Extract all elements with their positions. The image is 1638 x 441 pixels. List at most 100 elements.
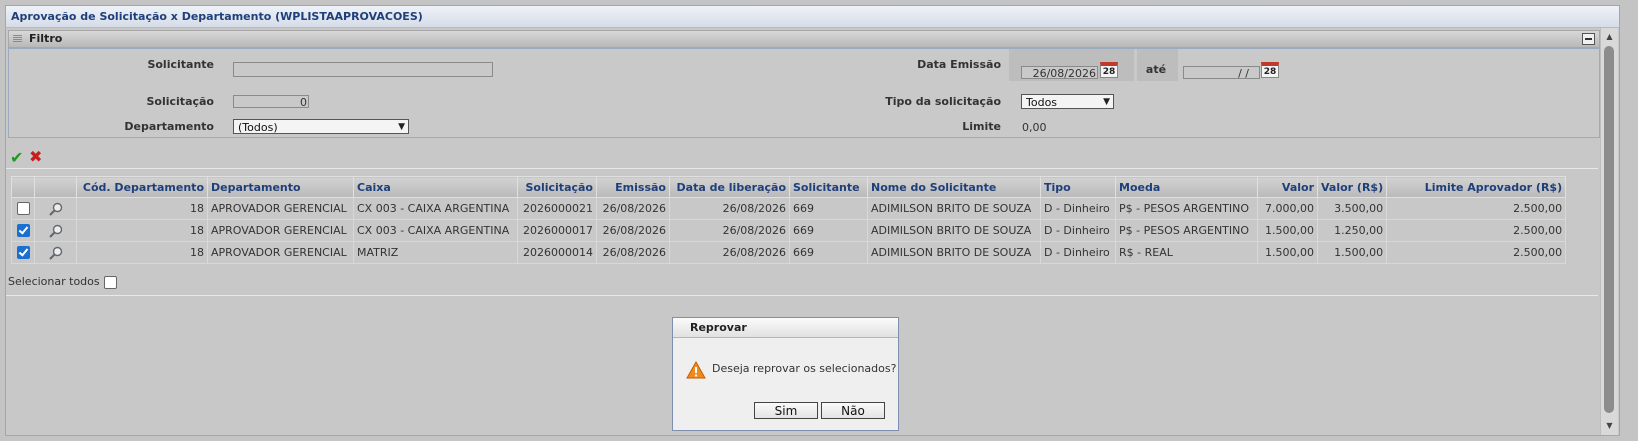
table-row[interactable]: 18 APROVADOR GERENCIAL MATRIZ 2026000014… [11,241,1567,264]
cell-limite: 2.500,00 [1386,241,1567,264]
select-all[interactable]: Selecionar todos [8,275,117,289]
cell-solicitante: 669 [789,197,868,220]
table-row[interactable]: 18 APROVADOR GERENCIAL CX 003 - CAIXA AR… [11,197,1567,220]
tipo-select-value: Todos [1026,96,1058,109]
departamento-select[interactable]: (Todos) ▼ [233,119,409,134]
no-button[interactable]: Não [821,402,885,419]
col-solicitacao[interactable]: Solicitação [517,176,597,198]
scroll-down-icon[interactable]: ▼ [1601,419,1618,433]
cell-liberacao: 26/08/2026 [669,219,790,242]
row-checkbox[interactable] [16,202,30,216]
cell-departamento: APROVADOR GERENCIAL [207,219,354,242]
col-select [11,176,35,198]
dialog-message: Deseja reprovar os selecionados? [712,362,897,375]
approvals-table: Cód. Departamento Departamento Caixa Sol… [11,176,1567,264]
filter-title: Filtro [29,32,63,45]
cell-departamento: APROVADOR GERENCIAL [207,197,354,220]
row-checkbox[interactable] [16,246,30,260]
collapse-icon[interactable] [1582,33,1595,45]
main-window: Aprovação de Solicitação x Departamento … [5,5,1620,436]
cell-valor-rs: 1.250,00 [1316,219,1388,242]
cell-tipo: D - Dinheiro [1040,241,1116,264]
table-row[interactable]: 18 APROVADOR GERENCIAL CX 003 - CAIXA AR… [11,219,1567,242]
grip-icon [13,35,22,43]
col-caixa[interactable]: Caixa [353,176,518,198]
calendar-icon[interactable]: 28 [1100,62,1118,78]
data-emissao-input[interactable]: 26/08/2026 [1021,66,1098,80]
departamento-select-value: (Todos) [238,121,278,134]
cell-nome: ADIMILSON BRITO DE SOUZA [867,197,1041,220]
table-header-row: Cód. Departamento Departamento Caixa Sol… [11,176,1567,198]
cell-moeda: P$ - PESOS ARGENTINO [1115,197,1258,220]
cell-liberacao: 26/08/2026 [669,241,790,264]
cell-emissao: 26/08/2026 [596,197,670,220]
cell-moeda: R$ - REAL [1115,241,1258,264]
data-emissao-label: Data Emissão [917,58,1001,71]
dialog-title: Reprovar [673,318,898,338]
col-cod-departamento[interactable]: Cód. Departamento [76,176,208,198]
col-departamento[interactable]: Departamento [207,176,354,198]
cell-emissao: 26/08/2026 [596,241,670,264]
filter-panel-header[interactable]: Filtro [8,30,1600,48]
content-area: Filtro Solicitante Solicitação 0 Departa… [6,28,1618,435]
row-checkbox[interactable] [16,224,30,238]
window-title: Aprovação de Solicitação x Departamento … [6,6,1619,28]
scroll-thumb[interactable] [1604,46,1614,413]
cell-valor: 7.000,00 [1257,197,1318,220]
cell-departamento: APROVADOR GERENCIAL [207,241,354,264]
magnifier-icon[interactable] [48,202,64,216]
col-moeda[interactable]: Moeda [1115,176,1258,198]
calendar-icon[interactable]: 28 [1261,62,1279,78]
cell-caixa: CX 003 - CAIXA ARGENTINA [353,219,518,242]
select-all-label: Selecionar todos [8,275,100,288]
scroll-up-icon[interactable]: ▲ [1601,30,1618,44]
solicitacao-input[interactable]: 0 [233,95,309,109]
limite-value: 0,00 [1022,121,1047,134]
select-all-checkbox[interactable] [103,275,117,289]
magnifier-icon[interactable] [48,246,64,260]
cell-valor: 1.500,00 [1257,219,1318,242]
solicitante-label: Solicitante [147,58,214,71]
solicitante-input[interactable] [233,62,493,77]
cell-nome: ADIMILSON BRITO DE SOUZA [867,219,1041,242]
col-data-liberacao[interactable]: Data de liberação [669,176,790,198]
ate-label: até [1145,63,1167,76]
cell-moeda: P$ - PESOS ARGENTINO [1115,219,1258,242]
cell-valor-rs: 3.500,00 [1316,197,1388,220]
tipo-label: Tipo da solicitação [885,95,1001,108]
reject-icon[interactable]: ✖ [29,147,42,166]
ate-input[interactable]: / / [1183,66,1260,80]
cell-cod: 18 [76,197,208,220]
divider [6,295,1598,296]
col-nome-solicitante[interactable]: Nome do Solicitante [867,176,1041,198]
cell-cod: 18 [76,219,208,242]
col-limite-aprovador[interactable]: Limite Aprovador (R$) [1386,176,1567,198]
solicitacao-label: Solicitação [146,95,215,108]
col-valor[interactable]: Valor [1257,176,1318,198]
approve-icon[interactable]: ✔ [10,148,23,167]
cell-cod: 18 [76,241,208,264]
chevron-down-icon: ▼ [1103,97,1110,107]
col-view [34,176,77,198]
chevron-down-icon: ▼ [398,122,405,132]
limite-label: Limite [962,120,1001,133]
col-valor-rs[interactable]: Valor (R$) [1316,176,1388,198]
cell-caixa: CX 003 - CAIXA ARGENTINA [353,197,518,220]
cell-tipo: D - Dinheiro [1040,219,1116,242]
cell-tipo: D - Dinheiro [1040,197,1116,220]
cell-limite: 2.500,00 [1386,197,1567,220]
vertical-scrollbar[interactable]: ▲ ▼ [1600,28,1618,435]
cell-solicitacao: 2026000021 [517,197,597,220]
col-solicitante[interactable]: Solicitante [789,176,868,198]
warning-icon [686,361,706,379]
cell-limite: 2.500,00 [1386,219,1567,242]
yes-button[interactable]: Sim [754,402,818,419]
tipo-select[interactable]: Todos ▼ [1021,94,1114,109]
magnifier-icon[interactable] [48,224,64,238]
departamento-label: Departamento [124,120,214,133]
col-emissao[interactable]: Emissão [596,176,670,198]
col-tipo[interactable]: Tipo [1040,176,1116,198]
cell-valor: 1.500,00 [1257,241,1318,264]
cell-solicitante: 669 [789,219,868,242]
cell-liberacao: 26/08/2026 [669,197,790,220]
